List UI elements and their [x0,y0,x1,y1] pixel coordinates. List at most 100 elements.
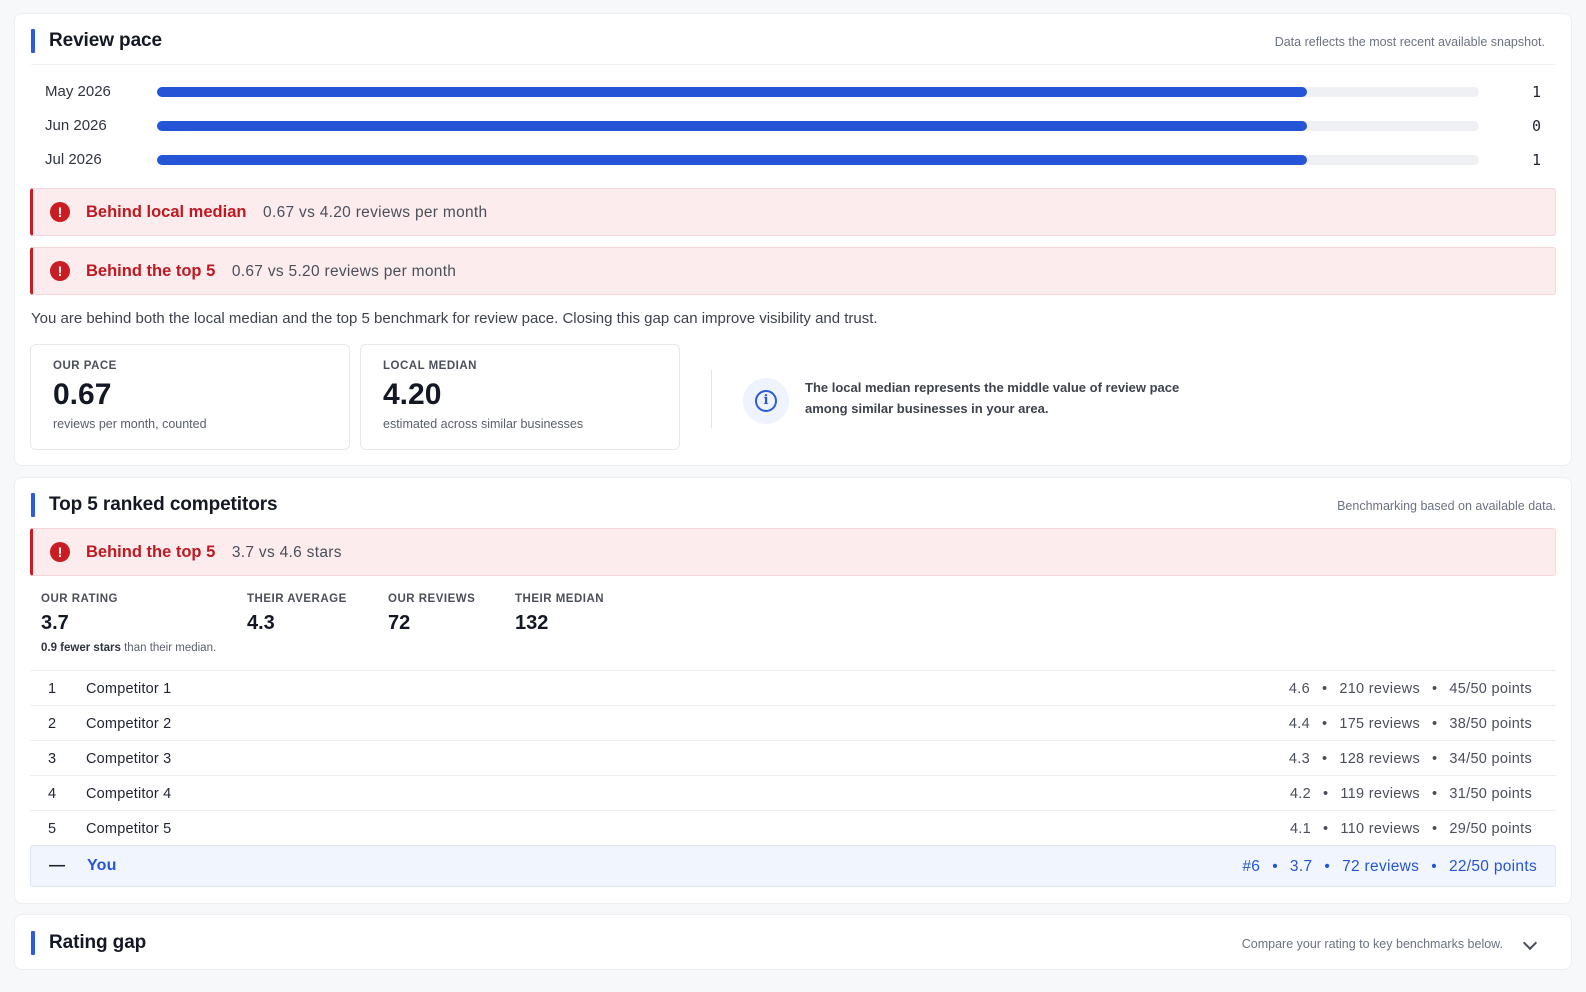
points: 29/50 points [1449,821,1532,837]
rating: 3.7 [1289,858,1313,875]
rating-gap-card[interactable]: Rating gap Compare your rating to key be… [14,914,1572,970]
rank-number: 4 [48,786,57,802]
info-icon: i [743,378,789,424]
competitor-name: Competitor 4 [86,786,172,802]
separator-dot: • [1321,716,1328,732]
rating-gap-bold: 0.9 fewer stars [41,642,121,654]
separator-dot: • [1323,821,1329,837]
pace-row-may: May 2026 1 [45,81,1541,101]
rank-number: — [49,857,65,874]
info-line: among similar businesses in your area. [805,401,1049,416]
info-line: The local median represents the middle v… [805,380,1180,395]
rating: 4.4 [1288,716,1310,732]
our-pace-box: OUR PACE 0.67 reviews per month, counted [30,344,350,450]
pace-bar-fill [157,87,1308,97]
title-accent-bar [31,493,35,517]
review-pace-card: Review pace Data reflects the most recen… [14,13,1572,466]
pace-bar-track [157,87,1479,97]
rating-gap-subtext: 0.9 fewer stars than their median. [41,642,216,654]
separator-dot: • [1321,681,1328,697]
stat-subtext: estimated across similar businesses [383,417,584,431]
pace-row-jul: Jul 2026 1 [45,149,1541,169]
metric-value: 4.3 [247,612,275,634]
local-median-box: LOCAL MEDIAN 4.20 estimated across simil… [360,344,680,450]
metric-value: 72 [388,612,411,634]
alert-title: Behind local median [86,203,247,221]
table-row[interactable]: 3 Competitor 3 4.3 • 128 reviews • 34/50 poi… [30,740,1556,775]
competitor-name: Competitor 3 [86,751,172,767]
rank-number: 2 [48,716,57,732]
metric-their-average: THEIR AVERAGE 4.3 [247,593,347,635]
pace-summary-text: You are behind both the local median and… [31,310,878,327]
metric-value: 3.7 [41,612,69,634]
stat-label: LOCAL MEDIAN [383,360,477,372]
alert-detail: 3.7 vs 4.6 stars [231,544,342,561]
pace-bar-fill [157,155,1308,165]
separator-dot: • [1432,751,1438,767]
competitor-stats: 4.3 • 128 reviews • 34/50 points [1289,751,1532,767]
rating-gap-title: Rating gap [49,932,147,953]
metric-label: OUR REVIEWS [388,593,476,605]
info-glyph: i [755,390,777,412]
metric-our-rating: OUR RATING 3.7 [41,593,118,635]
table-row[interactable]: 5 Competitor 5 4.1 • 110 reviews • 29/50 poi… [30,810,1556,845]
metric-label: THEIR AVERAGE [247,593,347,605]
pace-month-label: Jul 2026 [45,151,102,168]
metric-label: THEIR MEDIAN [515,593,605,605]
alert-title-wrap: Behind local median 0.67 vs 4.20 reviews… [86,203,487,222]
position: #6 [1242,858,1261,875]
separator-dot: • [1432,681,1438,697]
points: 31/50 points [1449,786,1532,802]
title-accent-bar [31,29,35,53]
points: 22/50 points [1448,858,1537,875]
alert-title: Behind the top 5 [86,262,216,280]
chevron-down-icon[interactable] [1522,935,1538,951]
separator-dot: • [1321,751,1328,767]
table-row[interactable]: 1 Competitor 1 4.6 • 210 reviews • 45/50 poi… [30,670,1556,705]
table-row[interactable]: 2 Competitor 2 4.4 • 175 reviews • 38/50 poi… [30,705,1556,740]
points: 38/50 points [1449,716,1532,732]
median-info-text: The local median represents the middle v… [805,377,1205,419]
alert-exclamation-icon: ! [50,542,70,562]
rank-number: 5 [48,821,57,837]
rating-gap-header[interactable]: Rating gap Compare your rating to key be… [31,928,1555,958]
you-stats: #6 • 3.7 • 72 reviews • 22/50 points [1242,858,1537,876]
vertical-divider [711,370,712,428]
table-row[interactable]: 4 Competitor 4 4.2 • 119 reviews • 31/50 poi… [30,775,1556,810]
pace-bar-track [157,121,1479,131]
stat-subtext: reviews per month, counted [53,417,207,431]
reviews: 119 reviews [1340,786,1420,802]
alert-behind-top-5-pace: ! Behind the top 5 0.67 vs 5.20 reviews … [30,247,1556,295]
separator-dot: • [1431,858,1437,875]
stat-value: 0.67 [53,378,112,411]
rating: 4.3 [1288,751,1310,767]
reviews: 110 reviews [1340,821,1420,837]
separator-dot: • [1324,858,1331,875]
alert-detail: 0.67 vs 5.20 reviews per month [231,263,457,280]
review-pace-header: Review pace Data reflects the most recen… [31,26,1555,56]
pace-bar-track [157,155,1479,165]
title-accent-bar [31,931,35,955]
competitors-header: Top 5 ranked competitors Benchmarking ba… [31,490,1556,520]
metric-our-reviews: OUR REVIEWS 72 [388,593,475,635]
competitors-note: Benchmarking based on available data. [1337,499,1556,513]
rating: 4.1 [1289,821,1311,837]
review-pace-note: Data reflects the most recent available … [1274,35,1545,49]
rating-gap-note: Compare your rating to key benchmarks be… [1241,937,1503,951]
competitor-name: Competitor 2 [86,716,172,732]
points: 34/50 points [1449,751,1532,767]
rating: 4.6 [1288,681,1310,697]
you-row[interactable]: — You #6 • 3.7 • 72 reviews • 22/50 points [30,845,1556,887]
review-pace-title: Review pace [49,30,162,51]
pace-month-label: May 2026 [45,83,111,100]
metric-value: 132 [515,612,549,634]
alert-exclamation-icon: ! [50,202,70,222]
separator-dot: • [1432,821,1438,837]
competitor-rank-table: 1 Competitor 1 4.6 • 210 reviews • 45/50 poi… [30,670,1556,887]
competitors-title: Top 5 ranked competitors [49,494,278,515]
pace-count: 1 [1531,83,1541,101]
alert-exclamation-icon: ! [50,261,70,281]
alert-behind-top-5-rating: ! Behind the top 5 3.7 vs 4.6 stars [30,528,1556,576]
reviews: 210 reviews [1339,681,1420,697]
competitors-card: Top 5 ranked competitors Benchmarking ba… [14,477,1572,904]
